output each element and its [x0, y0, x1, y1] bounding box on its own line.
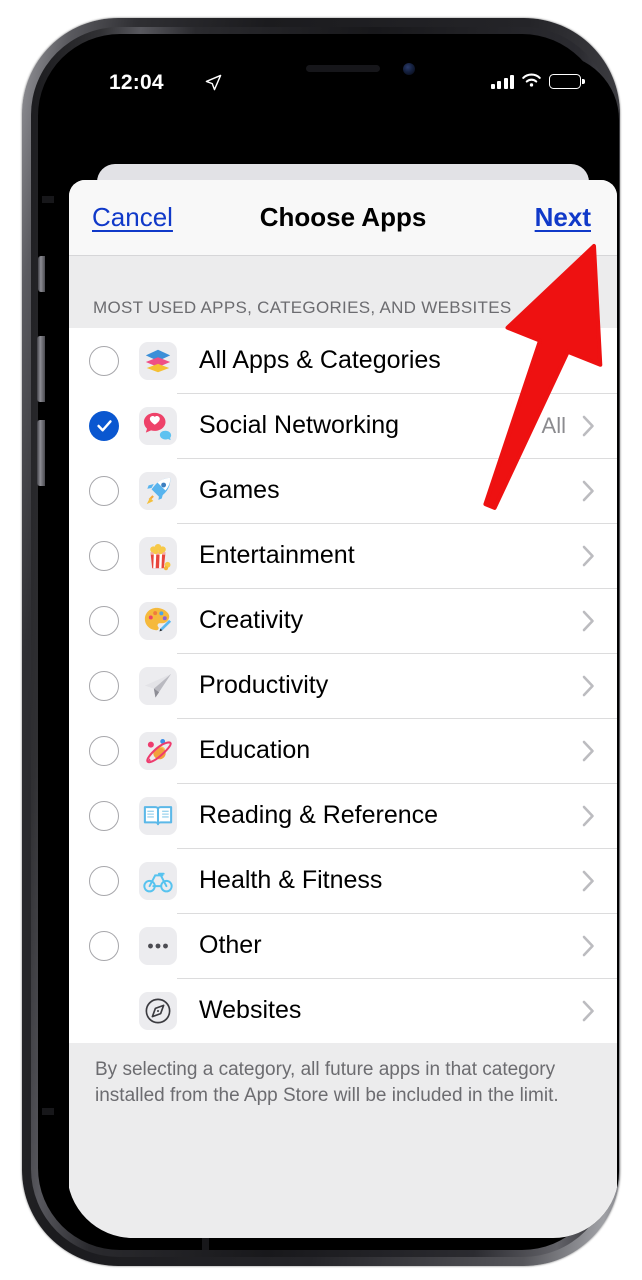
bicycle-icon	[139, 861, 177, 900]
cellular-signal-icon	[490, 74, 514, 89]
chevron-right-icon	[582, 805, 595, 827]
table-row[interactable]: Productivity	[69, 653, 617, 718]
row-select-radio[interactable]	[69, 345, 139, 376]
location-arrow-icon	[205, 74, 222, 91]
row-select-radio[interactable]	[69, 605, 139, 636]
row-select-radio[interactable]	[69, 475, 139, 506]
table-row[interactable]: Games	[69, 458, 617, 523]
battery-icon	[549, 73, 585, 89]
section-header: MOST USED APPS, CATEGORIES, AND WEBSITES	[69, 256, 617, 328]
chat-bubbles-icon	[139, 406, 177, 445]
mute-switch[interactable]	[38, 256, 45, 292]
status-bar-indicators	[490, 73, 585, 89]
open-book-icon	[139, 796, 177, 835]
row-label: Creativity	[199, 606, 304, 634]
row-label: All Apps & Categories	[199, 346, 441, 374]
earpiece-speaker	[306, 65, 380, 72]
table-row[interactable]: Creativity	[69, 588, 617, 653]
table-row[interactable]: Websites	[69, 978, 617, 1043]
row-select-radio[interactable]	[69, 735, 139, 766]
row-label: Websites	[199, 996, 302, 1024]
row-label: Games	[199, 476, 280, 504]
next-button[interactable]: Next	[535, 202, 591, 233]
row-label: Social Networking	[199, 411, 400, 439]
row-label: Other	[199, 931, 262, 959]
chevron-right-icon	[582, 740, 595, 762]
chevron-right-icon	[582, 870, 595, 892]
table-row[interactable]: Other	[69, 913, 617, 978]
chevron-right-icon	[582, 610, 595, 632]
volume-up-button[interactable]	[37, 336, 45, 402]
table-row[interactable]: Education	[69, 718, 617, 783]
row-label: Health & Fitness	[199, 866, 383, 894]
front-camera	[403, 63, 415, 75]
phone-frame: 12:04 Cancel Choose Apps Next MOST USED …	[22, 18, 620, 1266]
chevron-right-icon	[582, 935, 595, 957]
row-select-radio[interactable]	[69, 670, 139, 701]
table-row[interactable]: Reading & Reference	[69, 783, 617, 848]
wifi-icon	[522, 73, 541, 87]
choose-apps-modal-sheet: Cancel Choose Apps Next MOST USED APPS, …	[69, 180, 617, 1238]
antenna-band	[42, 196, 54, 203]
phone-screen: 12:04 Cancel Choose Apps Next MOST USED …	[67, 54, 619, 1238]
row-select-radio[interactable]	[69, 540, 139, 571]
row-label: Entertainment	[199, 541, 355, 569]
table-row[interactable]: All Apps & Categories	[69, 328, 617, 393]
chevron-right-icon	[582, 545, 595, 567]
row-select-radio[interactable]	[69, 800, 139, 831]
chevron-right-icon	[582, 675, 595, 697]
antenna-band	[202, 1238, 209, 1250]
notch	[245, 54, 441, 84]
row-select-radio[interactable]	[69, 930, 139, 961]
list-footer-note: By selecting a category, all future apps…	[69, 1043, 617, 1110]
navigation-bar: Cancel Choose Apps Next	[69, 180, 617, 256]
row-label: Productivity	[199, 671, 329, 699]
table-row[interactable]: Health & Fitness	[69, 848, 617, 913]
app-category-list: All Apps & Categories Social Networking A…	[69, 328, 617, 1043]
row-label: Reading & Reference	[199, 801, 439, 829]
planet-icon	[139, 731, 177, 770]
status-bar-time: 12:04	[109, 71, 164, 94]
row-select-radio[interactable]	[69, 410, 139, 441]
chevron-right-icon	[582, 415, 595, 437]
paper-plane-icon	[139, 666, 177, 705]
table-row[interactable]: Entertainment	[69, 523, 617, 588]
palette-icon	[139, 601, 177, 640]
row-value: All	[541, 412, 566, 438]
cancel-button[interactable]: Cancel	[92, 202, 173, 233]
layers-icon	[139, 341, 177, 380]
chevron-right-icon	[582, 1000, 595, 1022]
table-row[interactable]: Social Networking All	[69, 393, 617, 458]
compass-icon	[139, 991, 177, 1030]
row-select-radio[interactable]	[69, 865, 139, 896]
rocket-icon	[139, 471, 177, 510]
row-label: Education	[199, 736, 311, 764]
chevron-right-icon	[582, 480, 595, 502]
ellipsis-icon	[139, 926, 177, 965]
volume-down-button[interactable]	[37, 420, 45, 486]
popcorn-icon	[139, 536, 177, 575]
antenna-band	[42, 1108, 54, 1115]
